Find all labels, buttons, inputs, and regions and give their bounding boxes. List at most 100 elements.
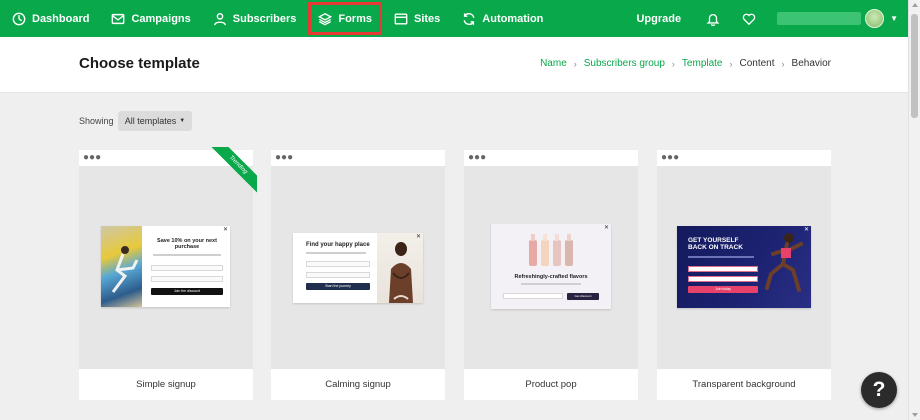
envelope-icon (112, 13, 125, 24)
preview-image-figure (111, 246, 139, 293)
nav-campaigns-label: Campaigns (131, 12, 191, 25)
breadcrumb-name[interactable]: Name (540, 58, 567, 69)
nav-campaigns[interactable]: Campaigns (100, 0, 201, 37)
popup-preview: Refreshingly-crafted flavors Get discoun… (491, 224, 611, 309)
breadcrumb-behavior: Behavior (791, 58, 831, 69)
breadcrumb: Name › Subscribers group › Template › Co… (540, 58, 831, 69)
close-icon: ✕ (415, 234, 421, 240)
preview-image-athlete (765, 233, 803, 292)
showing-label: Showing (79, 116, 114, 126)
close-icon: ✕ (603, 225, 609, 231)
template-preview: Find your happy place Start the journey … (271, 166, 445, 369)
question-mark-icon: ? (872, 378, 886, 401)
preview-image-figure (389, 242, 413, 303)
browser-icon (394, 12, 408, 25)
upgrade-link[interactable]: Upgrade (636, 13, 681, 25)
help-button[interactable]: ? (861, 372, 897, 408)
preview-subtext (153, 254, 221, 256)
scrollbar-thumb[interactable] (911, 14, 918, 118)
preview-heading: GET YOURSELF BACK ON TRACK (688, 237, 743, 251)
nav-forms[interactable]: Forms (307, 0, 383, 37)
preview-field (151, 265, 223, 271)
card-header: ●●● (464, 150, 638, 166)
more-options-icon[interactable]: ●●● (83, 153, 101, 163)
preview-subtext (521, 283, 581, 285)
chevron-right-icon: › (781, 58, 785, 69)
popup-preview: GET YOURSELF BACK ON TRACK Join today ✕ (677, 226, 811, 308)
chevron-right-icon: › (573, 58, 577, 69)
nav-dashboard[interactable]: Dashboard (0, 0, 100, 37)
page-title: Choose template (79, 55, 200, 72)
preview-heading: Refreshingly-crafted flavors (514, 274, 588, 280)
template-name: Transparent background (657, 369, 831, 400)
nav-subscribers[interactable]: Subscribers (202, 0, 308, 37)
template-card-transparent-background[interactable]: ●●● GET YOURSELF BACK ON TRACK Join toda… (657, 150, 831, 400)
user-icon (213, 12, 226, 25)
preview-field (688, 276, 758, 282)
preview-heading: Find your happy place (306, 242, 370, 248)
nav-sites[interactable]: Sites (383, 0, 451, 37)
preview-field (503, 293, 563, 299)
page-header: Choose template Name › Subscribers group… (0, 37, 908, 93)
heart-icon (742, 13, 756, 25)
account-name[interactable] (777, 12, 862, 25)
chevron-right-icon: › (671, 58, 675, 69)
preview-field (306, 261, 370, 267)
scroll-down-icon[interactable] (912, 413, 918, 417)
more-options-icon[interactable]: ●●● (275, 153, 293, 163)
template-card-calming-signup[interactable]: ●●● Find your happy place Start the jour… (271, 150, 445, 400)
trending-badge: Trending (209, 147, 257, 194)
card-header: ●●● (657, 150, 831, 166)
template-filter-dropdown[interactable]: All templates ▼ (118, 111, 192, 131)
preview-subtext (306, 252, 366, 254)
notifications-button[interactable] (705, 11, 721, 27)
favorites-button[interactable] (741, 11, 757, 27)
preview-button: Join today (688, 286, 758, 293)
caret-down-icon: ▼ (179, 118, 186, 124)
chevron-right-icon: › (729, 58, 733, 69)
preview-field (688, 266, 758, 272)
page-scrollbar[interactable] (908, 0, 920, 420)
trending-ribbon: Trending (209, 147, 257, 195)
top-navigation-bar: Dashboard Campaigns Subscribers Forms Si… (0, 0, 908, 37)
nav-automation-label: Automation (482, 12, 544, 25)
preview-field (306, 272, 370, 278)
nav-subscribers-label: Subscribers (232, 12, 297, 25)
card-header: ●●● (271, 150, 445, 166)
nav-dashboard-label: Dashboard (32, 12, 90, 25)
avatar[interactable] (865, 9, 885, 28)
preview-button: Start the journey (306, 283, 370, 290)
refresh-icon (463, 12, 475, 25)
chevron-down-icon[interactable]: ▼ (890, 14, 898, 23)
preview-field (151, 276, 223, 282)
popup-preview: ✕ Save 10% on your next purchase Join th… (101, 226, 230, 307)
nav-right-group: Upgrade ▼ (636, 0, 908, 37)
nav-automation[interactable]: Automation (451, 0, 554, 37)
popup-preview: Find your happy place Start the journey … (293, 233, 423, 303)
template-name: Simple signup (79, 369, 253, 400)
template-preview: Refreshingly-crafted flavors Get discoun… (464, 166, 638, 369)
preview-button: Get discount (567, 293, 599, 300)
preview-image-bottles (529, 234, 573, 266)
template-card-simple-signup[interactable]: ●●● ✕ Save 10% on your next purchase Joi… (79, 147, 257, 400)
dashboard-icon (12, 12, 26, 25)
breadcrumb-template[interactable]: Template (682, 58, 723, 69)
more-options-icon[interactable]: ●●● (661, 153, 679, 163)
template-name: Product pop (464, 369, 638, 400)
nav-forms-label: Forms (338, 12, 372, 25)
template-name: Calming signup (271, 369, 445, 400)
bell-icon (706, 13, 720, 26)
template-preview: GET YOURSELF BACK ON TRACK Join today ✕ (657, 166, 831, 369)
breadcrumb-content: Content (739, 58, 775, 69)
template-card-product-pop[interactable]: ●●● Refreshingly-crafted flavors Get dis… (464, 150, 638, 400)
breadcrumb-subscribers-group[interactable]: Subscribers group (584, 58, 665, 69)
more-options-icon[interactable]: ●●● (468, 153, 486, 163)
preview-subtext (688, 256, 754, 258)
nav-sites-label: Sites (413, 12, 441, 25)
layers-icon (318, 12, 333, 25)
close-icon: ✕ (222, 227, 228, 233)
close-icon: ✕ (803, 227, 809, 233)
scroll-up-icon[interactable] (912, 3, 918, 7)
preview-button: Join the discount (151, 288, 223, 295)
preview-heading: Save 10% on your next purchase (157, 238, 217, 250)
